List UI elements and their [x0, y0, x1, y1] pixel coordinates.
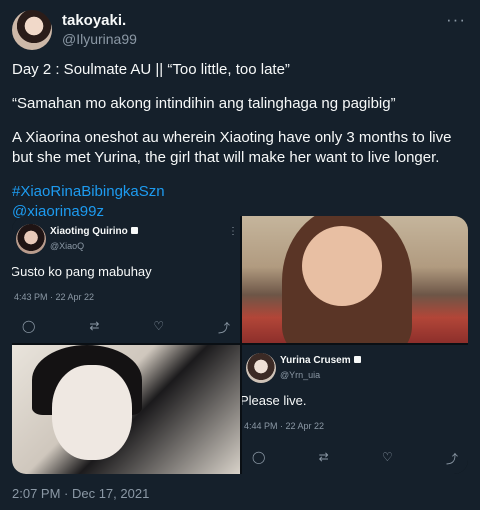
card-message: Gusto ko pang mabuhay [12, 264, 152, 279]
card-message: Please live. [242, 393, 307, 408]
card-avatar [246, 353, 276, 383]
photo-face [52, 365, 132, 460]
hashtag-link[interactable]: #XiaoRinaBibingkaSzn [12, 182, 468, 202]
card-name: Yurina Crusem [280, 355, 361, 366]
media-image-1[interactable]: Xiaoting Quirino @XiaoQ ⋮ Gusto ko pang … [12, 216, 240, 343]
tweet-line-description: A Xiaorina oneshot au wherein Xiaoting h… [12, 129, 452, 166]
share-icon: ⤴ [445, 452, 458, 466]
tweet-line-title: Day 2 : Soulmate AU || “Too little, too … [12, 61, 290, 78]
tweet-timestamp[interactable]: 2:07 PM · Dec 17, 2021 [12, 486, 149, 501]
card-time: 4:43 PM · 22 Apr 22 [14, 292, 95, 302]
tweet-line-quote: “Samahan mo akong intindihin ang talingh… [12, 95, 396, 112]
media-image-3[interactable] [12, 345, 240, 474]
more-options-icon[interactable]: ··· [446, 10, 466, 30]
media-image-2[interactable] [242, 216, 468, 343]
author-handle[interactable]: @Ilyurina99 [62, 31, 137, 47]
tweet-header: takoyaki. @Ilyurina99 ··· [12, 10, 468, 50]
card-time: 4:44 PM · 22 Apr 22 [244, 421, 325, 431]
card-handle: @XiaoQ [50, 241, 85, 251]
author-avatar[interactable] [12, 10, 52, 50]
like-icon: ♡ [153, 319, 165, 333]
media-image-4[interactable]: Yurina Crusem @Yrn_uia Please live. 4:44… [242, 345, 468, 474]
card-actions: ◯ ⇄ ♡ ⤴ [22, 319, 230, 335]
share-icon: ⤴ [217, 321, 230, 335]
lock-icon [353, 356, 361, 363]
tweet-body: Day 2 : Soulmate AU || “Too little, too … [12, 60, 468, 222]
card-avatar [16, 224, 46, 254]
card-handle: @Yrn_uia [280, 370, 321, 380]
reply-icon: ◯ [252, 450, 266, 464]
author-display-name[interactable]: takoyaki. [62, 12, 126, 29]
card-actions: ◯ ⇄ ♡ ⤴ [252, 450, 458, 466]
like-icon: ♡ [381, 450, 393, 464]
media-grid[interactable]: Xiaoting Quirino @XiaoQ ⋮ Gusto ko pang … [12, 216, 468, 474]
lock-icon [130, 227, 138, 234]
card-more-icon: ⋮ [228, 226, 238, 237]
card-name: Xiaoting Quirino [50, 226, 138, 237]
reply-icon: ◯ [22, 319, 36, 333]
retweet-icon: ⇄ [318, 450, 329, 464]
retweet-icon: ⇄ [89, 319, 100, 333]
photo-face [302, 226, 382, 306]
